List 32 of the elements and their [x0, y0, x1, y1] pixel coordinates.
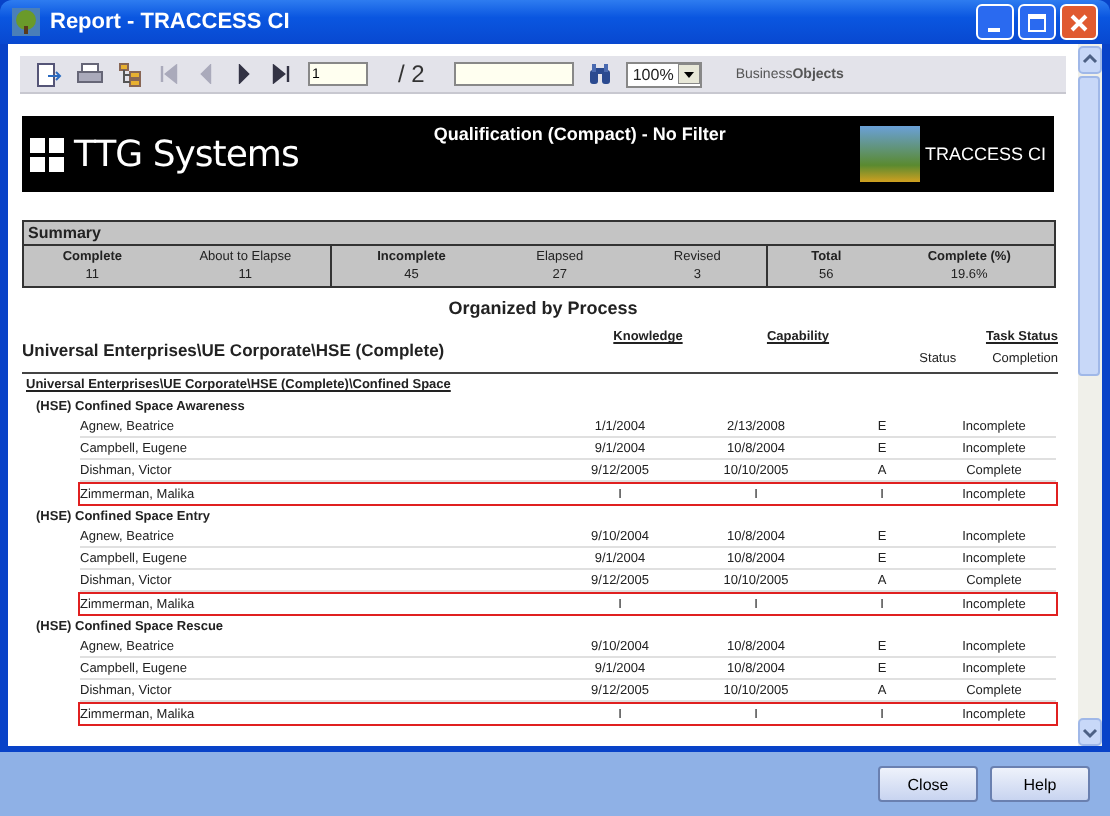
tree-icon — [12, 8, 40, 36]
scroll-up-icon[interactable] — [1078, 46, 1102, 74]
export-icon[interactable] — [36, 61, 62, 87]
scroll-thumb[interactable] — [1078, 76, 1100, 376]
window-title: Report - TRACCESS CI — [50, 10, 292, 34]
zoom-dropdown[interactable]: 100% — [626, 61, 702, 87]
maximize-button[interactable] — [1018, 4, 1056, 40]
tree-view-icon[interactable] — [118, 61, 142, 87]
organization-path: Universal Enterprises\UE Corporate\HSE (Complete) — [22, 340, 445, 364]
last-page-icon[interactable] — [272, 64, 292, 84]
close-icon — [1070, 13, 1088, 31]
product-name: TRACCESS CI — [924, 144, 1046, 164]
maximize-icon — [1028, 13, 1046, 31]
print-icon[interactable] — [76, 62, 104, 86]
caret-icon — [677, 64, 700, 84]
report-title: Qualification (Compact) - No Filter — [433, 124, 726, 144]
page-count: / 2 — [398, 60, 425, 88]
report-heading: Organized by Process — [446, 298, 640, 318]
photo-placeholder — [860, 126, 921, 182]
search-field[interactable] — [454, 62, 575, 86]
close-button[interactable] — [1060, 4, 1098, 40]
dialog-button[interactable]: Close — [878, 766, 978, 802]
summary-title: Summary — [24, 222, 1054, 246]
dialog-button[interactable]: Help — [990, 766, 1090, 802]
company-logo-text: TTG Systems — [74, 133, 299, 175]
vertical-scrollbar[interactable] — [1078, 44, 1102, 746]
scroll-down-icon[interactable] — [1078, 718, 1102, 746]
minimize-button[interactable] — [976, 4, 1014, 40]
grid-logo-icon — [30, 137, 64, 171]
minimize-icon — [987, 27, 999, 31]
next-page-icon[interactable] — [234, 64, 254, 84]
binoculars-icon[interactable] — [588, 63, 613, 85]
